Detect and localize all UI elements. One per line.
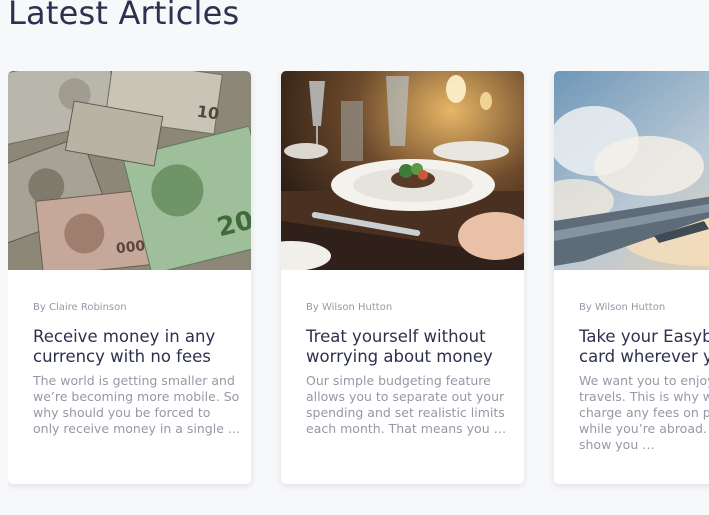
article-excerpt-line: show you … [579, 437, 655, 452]
article-title[interactable]: Take your Easyba card wherever yo [579, 327, 709, 367]
article-excerpt-line: Our simple budgeting feature [306, 373, 491, 388]
article-card[interactable]: By Wilson Hutton Treat yourself without … [281, 71, 524, 484]
article-title-line[interactable]: worrying about money [306, 347, 506, 367]
article-excerpt: We want you to enjoy y travels. This is … [579, 373, 709, 453]
restaurant-dinner-image[interactable] [281, 71, 524, 270]
article-card[interactable]: 10 000 20 By Claire Robinson Receive mon… [8, 71, 251, 484]
article-title-line[interactable]: currency with no fees [33, 347, 233, 367]
article-excerpt-line: each month. That means you … [306, 421, 507, 436]
airplane-wing-image[interactable] [554, 71, 709, 270]
article-excerpt-line: why should you be forced to [33, 405, 211, 420]
article-title[interactable]: Receive money in any currency with no fe… [33, 327, 233, 367]
article-author: By Wilson Hutton [306, 302, 393, 313]
svg-text:000: 000 [115, 238, 146, 257]
article-excerpt-line: while you’re abroad. W [579, 421, 709, 436]
article-card[interactable]: By Wilson Hutton Take your Easyba card w… [554, 71, 709, 484]
article-excerpt-line: travels. This is why we [579, 389, 709, 404]
article-excerpt-line: only receive money in a single … [33, 421, 241, 436]
article-excerpt: Our simple budgeting feature allows you … [306, 373, 506, 437]
section-title: Latest Articles [8, 0, 240, 32]
currency-notes-image[interactable]: 10 000 20 [8, 71, 251, 270]
article-author: By Claire Robinson [33, 302, 127, 313]
articles-grid: 10 000 20 By Claire Robinson Receive mon… [8, 71, 709, 515]
article-author: By Wilson Hutton [579, 302, 666, 313]
article-title-line[interactable]: Receive money in any [33, 327, 233, 347]
article-excerpt-line: we’re becoming more mobile. So [33, 389, 240, 404]
article-title-line[interactable]: Take your Easyba [579, 327, 709, 347]
article-excerpt-line: allows you to separate out your [306, 389, 505, 404]
article-excerpt-line: spending and set realistic limits [306, 405, 505, 420]
article-title-line[interactable]: card wherever yo [579, 347, 709, 367]
article-excerpt-line: The world is getting smaller and [33, 373, 235, 388]
article-excerpt-line: charge any fees on pu [579, 405, 709, 420]
svg-text:10: 10 [196, 102, 221, 124]
article-excerpt: The world is getting smaller and we’re b… [33, 373, 241, 437]
article-title-line[interactable]: Treat yourself without [306, 327, 506, 347]
article-title[interactable]: Treat yourself without worrying about mo… [306, 327, 506, 367]
article-excerpt-line: We want you to enjoy y [579, 373, 709, 388]
